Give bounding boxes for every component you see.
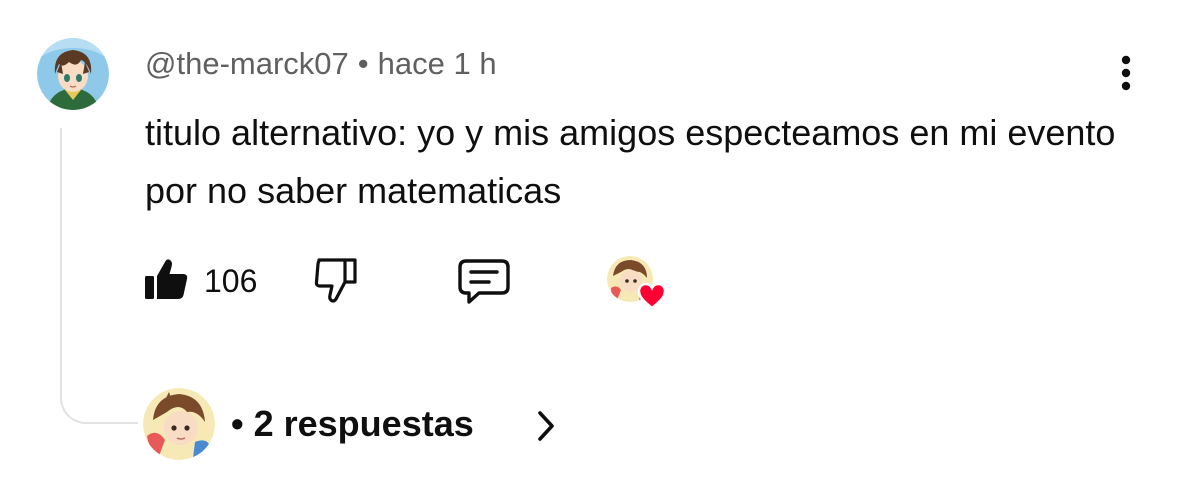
reply-author-avatar	[143, 388, 215, 460]
comment-text: titulo alternativo: yo y mis amigos espe…	[145, 112, 1116, 211]
comment-header: @the-marck07 • hace 1 h	[145, 44, 497, 84]
chevron-right-icon	[538, 411, 554, 441]
view-replies-button[interactable]: • 2 respuestas	[143, 388, 573, 460]
comment-author-avatar[interactable]	[37, 38, 109, 110]
replies-label: • 2 respuestas	[231, 402, 474, 446]
header-separator: •	[357, 46, 369, 81]
more-options-button[interactable]	[1116, 55, 1136, 95]
thread-connector-line	[60, 128, 138, 424]
comment-bubble-icon	[458, 259, 510, 304]
anime-character-avatar-icon	[37, 38, 109, 110]
reply-button[interactable]	[457, 258, 511, 311]
thumbs-down-outline-icon	[314, 258, 357, 303]
comment-timestamp[interactable]: hace 1 h	[378, 46, 497, 81]
heart-icon	[637, 282, 667, 310]
more-vert-icon	[1121, 55, 1131, 91]
replies-separator: •	[231, 403, 244, 444]
replies-count-text: 2 respuestas	[253, 403, 474, 444]
like-count: 106	[204, 263, 258, 299]
comment-author-handle[interactable]: @the-marck07	[145, 46, 349, 81]
creator-heart-badge	[607, 256, 669, 310]
like-button[interactable]: 106	[143, 252, 273, 308]
dislike-button[interactable]	[313, 255, 359, 310]
thumbs-up-filled-icon	[145, 259, 188, 299]
reply-avatar-icon	[143, 388, 215, 460]
